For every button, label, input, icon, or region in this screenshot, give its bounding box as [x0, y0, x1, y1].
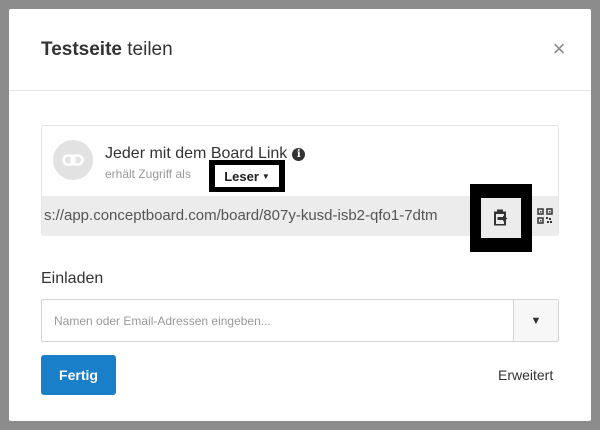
clipboard-icon: [494, 209, 508, 226]
info-icon[interactable]: i: [292, 148, 306, 161]
board-url[interactable]: s://app.conceptboard.com/board/807y-kusd…: [44, 207, 474, 227]
link-icon: [53, 140, 93, 180]
copy-button-highlight: [470, 184, 532, 252]
title-suffix: teilen: [121, 39, 173, 60]
invite-input[interactable]: [42, 300, 514, 341]
role-selector-highlight: Leser ▼: [209, 160, 285, 192]
dialog-title: Testseite teilen: [41, 39, 173, 61]
title-board-name: Testseite: [41, 39, 122, 60]
board-link-panel: Jeder mit dem Board Link i erhält Zugriff…: [41, 125, 559, 252]
role-dropdown[interactable]: Leser ▼: [215, 165, 279, 187]
close-icon[interactable]: ×: [549, 38, 569, 60]
role-value: Leser: [224, 168, 259, 184]
done-button[interactable]: Fertig: [41, 355, 116, 395]
qr-code-icon[interactable]: [537, 208, 553, 224]
share-dialog: Testseite teilen × Jeder mit dem Board L…: [9, 9, 591, 421]
chevron-down-icon: ▼: [530, 314, 542, 327]
chevron-down-icon: ▼: [261, 171, 270, 181]
invite-dropdown-button[interactable]: ▼: [513, 300, 558, 341]
invite-label: Einladen: [41, 270, 104, 287]
advanced-link[interactable]: Erweitert: [498, 367, 553, 383]
dialog-header: Testseite teilen ×: [9, 9, 591, 91]
copy-link-button[interactable]: [481, 198, 521, 238]
invite-field: ▼: [41, 299, 559, 342]
access-subtitle: erhält Zugriff als: [105, 167, 191, 181]
